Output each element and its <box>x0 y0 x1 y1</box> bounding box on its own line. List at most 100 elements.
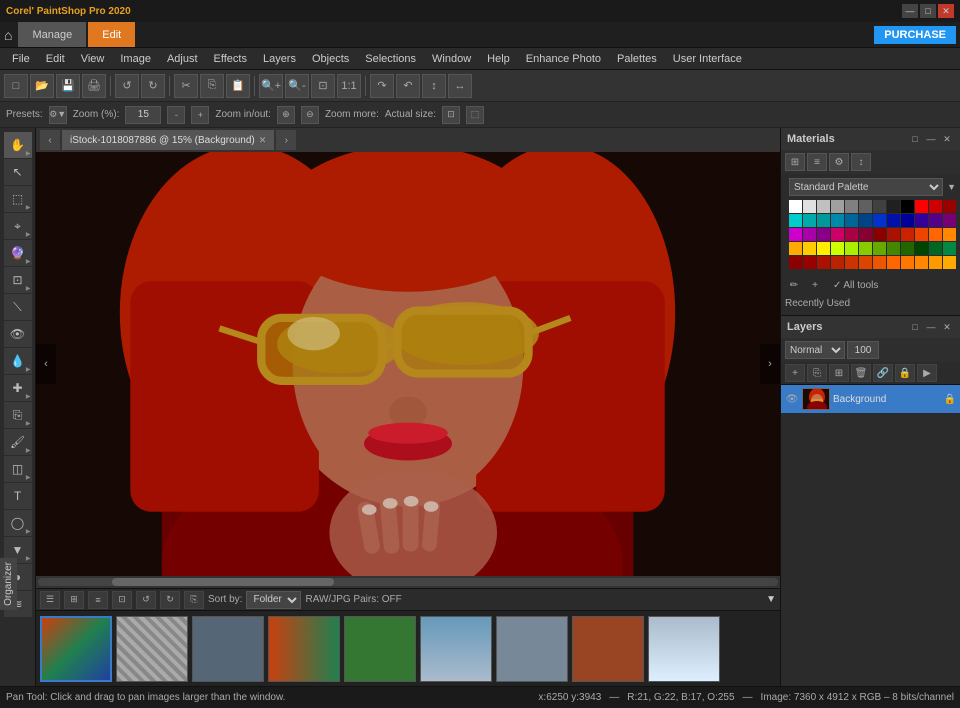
tool-text[interactable]: T <box>4 483 32 509</box>
materials-float-btn[interactable]: □ <box>908 132 922 146</box>
tb-copy[interactable]: ⎘ <box>200 74 224 98</box>
tb-zoomin[interactable]: 🔍+ <box>259 74 283 98</box>
canvas-tab-next[interactable]: › <box>276 130 296 150</box>
tool-heal[interactable]: ✚ ▶ <box>4 375 32 401</box>
tb-open[interactable]: 📂 <box>30 74 54 98</box>
opacity-input[interactable] <box>847 341 879 359</box>
layer-visibility-toggle[interactable]: 👁 <box>785 392 799 406</box>
swatch-maroon[interactable] <box>873 228 886 241</box>
swatch-green-yellow[interactable] <box>859 242 872 255</box>
purchase-button[interactable]: PURCHASE <box>874 26 956 44</box>
swatch-dark-green2[interactable] <box>915 242 928 255</box>
swatch-darker-red[interactable] <box>943 200 956 213</box>
swatch-cyan2[interactable] <box>803 214 816 227</box>
filmstrip-btn7[interactable]: ⎘ <box>184 591 204 609</box>
canvas-next[interactable]: › <box>760 344 780 384</box>
swatch-forest2[interactable] <box>943 242 956 255</box>
tb-flip[interactable]: ↕ <box>422 74 446 98</box>
swatch-red3[interactable] <box>817 256 830 269</box>
layer-lock-btn[interactable]: 🔒 <box>895 364 915 382</box>
home-icon[interactable]: ⌂ <box>4 27 12 43</box>
swatch-darkred[interactable] <box>929 200 942 213</box>
film-thumb-4[interactable] <box>268 616 340 682</box>
swatch-gray3[interactable] <box>845 200 858 213</box>
menu-edit[interactable]: Edit <box>38 51 73 67</box>
swatch-purple2[interactable] <box>929 214 942 227</box>
mat-view-btn1[interactable]: ⊞ <box>785 153 805 171</box>
tool-crop[interactable]: ⊡ ▶ <box>4 267 32 293</box>
swatch-red9[interactable] <box>901 256 914 269</box>
canvas-tab-active[interactable]: iStock-1018087886 @ 15% (Background) ✕ <box>62 130 274 150</box>
add-icon[interactable]: + <box>806 276 824 294</box>
swatch-blue3[interactable] <box>873 214 886 227</box>
layer-new-btn[interactable]: + <box>785 364 805 382</box>
swatch-magenta3[interactable] <box>817 228 830 241</box>
layers-float-btn[interactable]: □ <box>908 320 922 334</box>
menu-help[interactable]: Help <box>479 51 518 67</box>
menu-layers[interactable]: Layers <box>255 51 304 67</box>
presets-dropdown[interactable]: ⚙▼ <box>49 106 67 124</box>
swatch-white[interactable] <box>789 200 802 213</box>
swatch-dark-green1[interactable] <box>901 242 914 255</box>
swatch-forest1[interactable] <box>929 242 942 255</box>
tb-redo[interactable]: ↻ <box>141 74 165 98</box>
menu-effects[interactable]: Effects <box>206 51 255 67</box>
layer-link-btn[interactable]: 🔗 <box>873 364 893 382</box>
materials-minimize-btn[interactable]: — <box>924 132 938 146</box>
tab-edit[interactable]: Edit <box>88 22 135 47</box>
layers-close-btn[interactable]: ✕ <box>940 320 954 334</box>
mat-view-btn2[interactable]: ≡ <box>807 153 827 171</box>
swatch-dark-orange-red[interactable] <box>887 228 900 241</box>
swatch-black[interactable] <box>901 200 914 213</box>
menu-palettes[interactable]: Palettes <box>609 51 665 67</box>
layer-duplicate-btn[interactable]: ⎘ <box>807 364 827 382</box>
swatch-teal2[interactable] <box>831 214 844 227</box>
close-button[interactable]: ✕ <box>938 4 954 18</box>
layer-delete-btn[interactable]: 🗑 <box>851 364 871 382</box>
zoom-inc[interactable]: + <box>191 106 209 124</box>
canvas-hscroll[interactable] <box>36 576 780 588</box>
layers-minimize-btn[interactable]: — <box>924 320 938 334</box>
mat-view-btn3[interactable]: ⚙ <box>829 153 849 171</box>
tool-erase[interactable]: ◫ ▶ <box>4 456 32 482</box>
swatch-crimson[interactable] <box>859 228 872 241</box>
tb-undo[interactable]: ↺ <box>115 74 139 98</box>
filmstrip-btn6[interactable]: ↻ <box>160 591 180 609</box>
hscroll-thumb[interactable] <box>112 578 334 586</box>
swatch-blue4[interactable] <box>887 214 900 227</box>
swatch-orange1[interactable] <box>915 228 928 241</box>
swatch-orange3[interactable] <box>943 228 956 241</box>
tool-view[interactable]: 👁 <box>4 321 32 347</box>
blend-mode-select[interactable]: Normal <box>785 341 845 359</box>
swatch-gray4[interactable] <box>859 200 872 213</box>
swatch-dark-red2[interactable] <box>789 256 802 269</box>
swatch-blue2[interactable] <box>859 214 872 227</box>
tool-straighten[interactable]: ⟍ <box>4 294 32 320</box>
swatch-red2[interactable] <box>803 256 816 269</box>
canvas-tab-close[interactable]: ✕ <box>259 135 267 146</box>
tb-mirror[interactable]: ↔ <box>448 74 472 98</box>
swatch-magenta1[interactable] <box>789 228 802 241</box>
swatch-green1[interactable] <box>873 242 886 255</box>
swatch-green2[interactable] <box>887 242 900 255</box>
swatch-pink2[interactable] <box>845 228 858 241</box>
menu-user-interface[interactable]: User Interface <box>665 51 750 67</box>
swatch-orange-red[interactable] <box>901 228 914 241</box>
swatch-pink1[interactable] <box>831 228 844 241</box>
swatch-cyan1[interactable] <box>789 214 802 227</box>
tb-zoomout[interactable]: 🔍- <box>285 74 309 98</box>
tb-actual[interactable]: 1:1 <box>337 74 361 98</box>
layer-more-btn[interactable]: ▶ <box>917 364 937 382</box>
swatch-red7[interactable] <box>873 256 886 269</box>
tb-fit[interactable]: ⊡ <box>311 74 335 98</box>
zoom-in-btn[interactable]: ⊕ <box>277 106 295 124</box>
swatch-gray1[interactable] <box>817 200 830 213</box>
actual-size-btn[interactable]: ⊡ <box>442 106 460 124</box>
film-thumb-3[interactable] <box>192 616 264 682</box>
tb-paste[interactable]: 📋 <box>226 74 250 98</box>
tool-shape[interactable]: ◯ ▶ <box>4 510 32 536</box>
filmstrip-grid-btn[interactable]: ⊞ <box>64 591 84 609</box>
swatch-gray2[interactable] <box>831 200 844 213</box>
tab-manage[interactable]: Manage <box>18 22 86 47</box>
swatch-navy[interactable] <box>901 214 914 227</box>
